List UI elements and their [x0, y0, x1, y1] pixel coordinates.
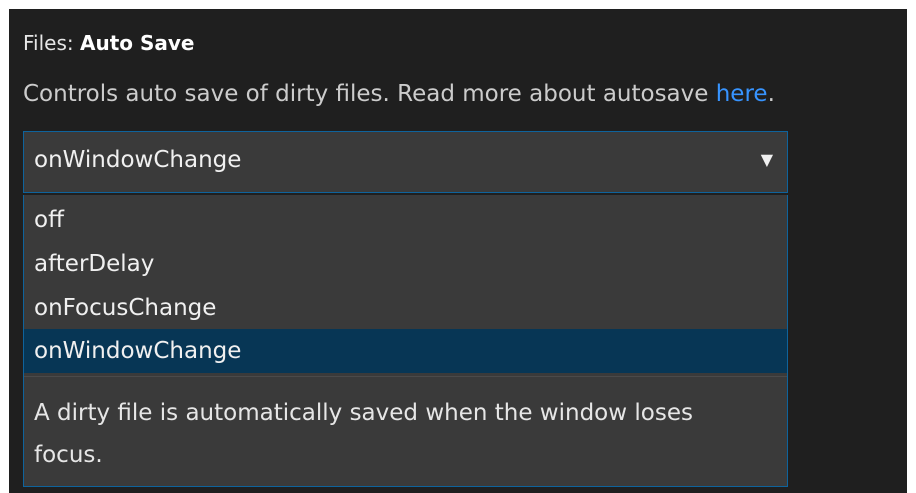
- dropdown-divider: [24, 376, 787, 377]
- setting-description-text: Controls auto save of dirty files. Read …: [23, 81, 716, 107]
- setting-title: Files: Auto Save: [23, 31, 194, 55]
- setting-category: Files:: [23, 31, 80, 55]
- auto-save-select[interactable]: onWindowChange ▼: [23, 131, 788, 193]
- setting-description-period: .: [767, 81, 775, 107]
- option-off[interactable]: off: [24, 198, 787, 242]
- option-description: A dirty file is automatically saved when…: [34, 400, 693, 468]
- setting-name: Auto Save: [79, 31, 195, 55]
- dropdown-arrow-icon[interactable]: ▼: [761, 150, 773, 169]
- auto-save-dropdown-list: off afterDelay onFocusChange onWindowCha…: [23, 195, 788, 487]
- read-more-link[interactable]: here: [716, 81, 768, 107]
- option-on-window-change[interactable]: onWindowChange: [24, 329, 787, 373]
- settings-panel: Files: Auto Save Controls auto save of d…: [9, 9, 907, 493]
- option-on-focus-change[interactable]: onFocusChange: [24, 286, 787, 330]
- select-current-value: onWindowChange: [34, 147, 242, 173]
- option-after-delay[interactable]: afterDelay: [24, 242, 787, 286]
- setting-description: Controls auto save of dirty files. Read …: [23, 81, 775, 107]
